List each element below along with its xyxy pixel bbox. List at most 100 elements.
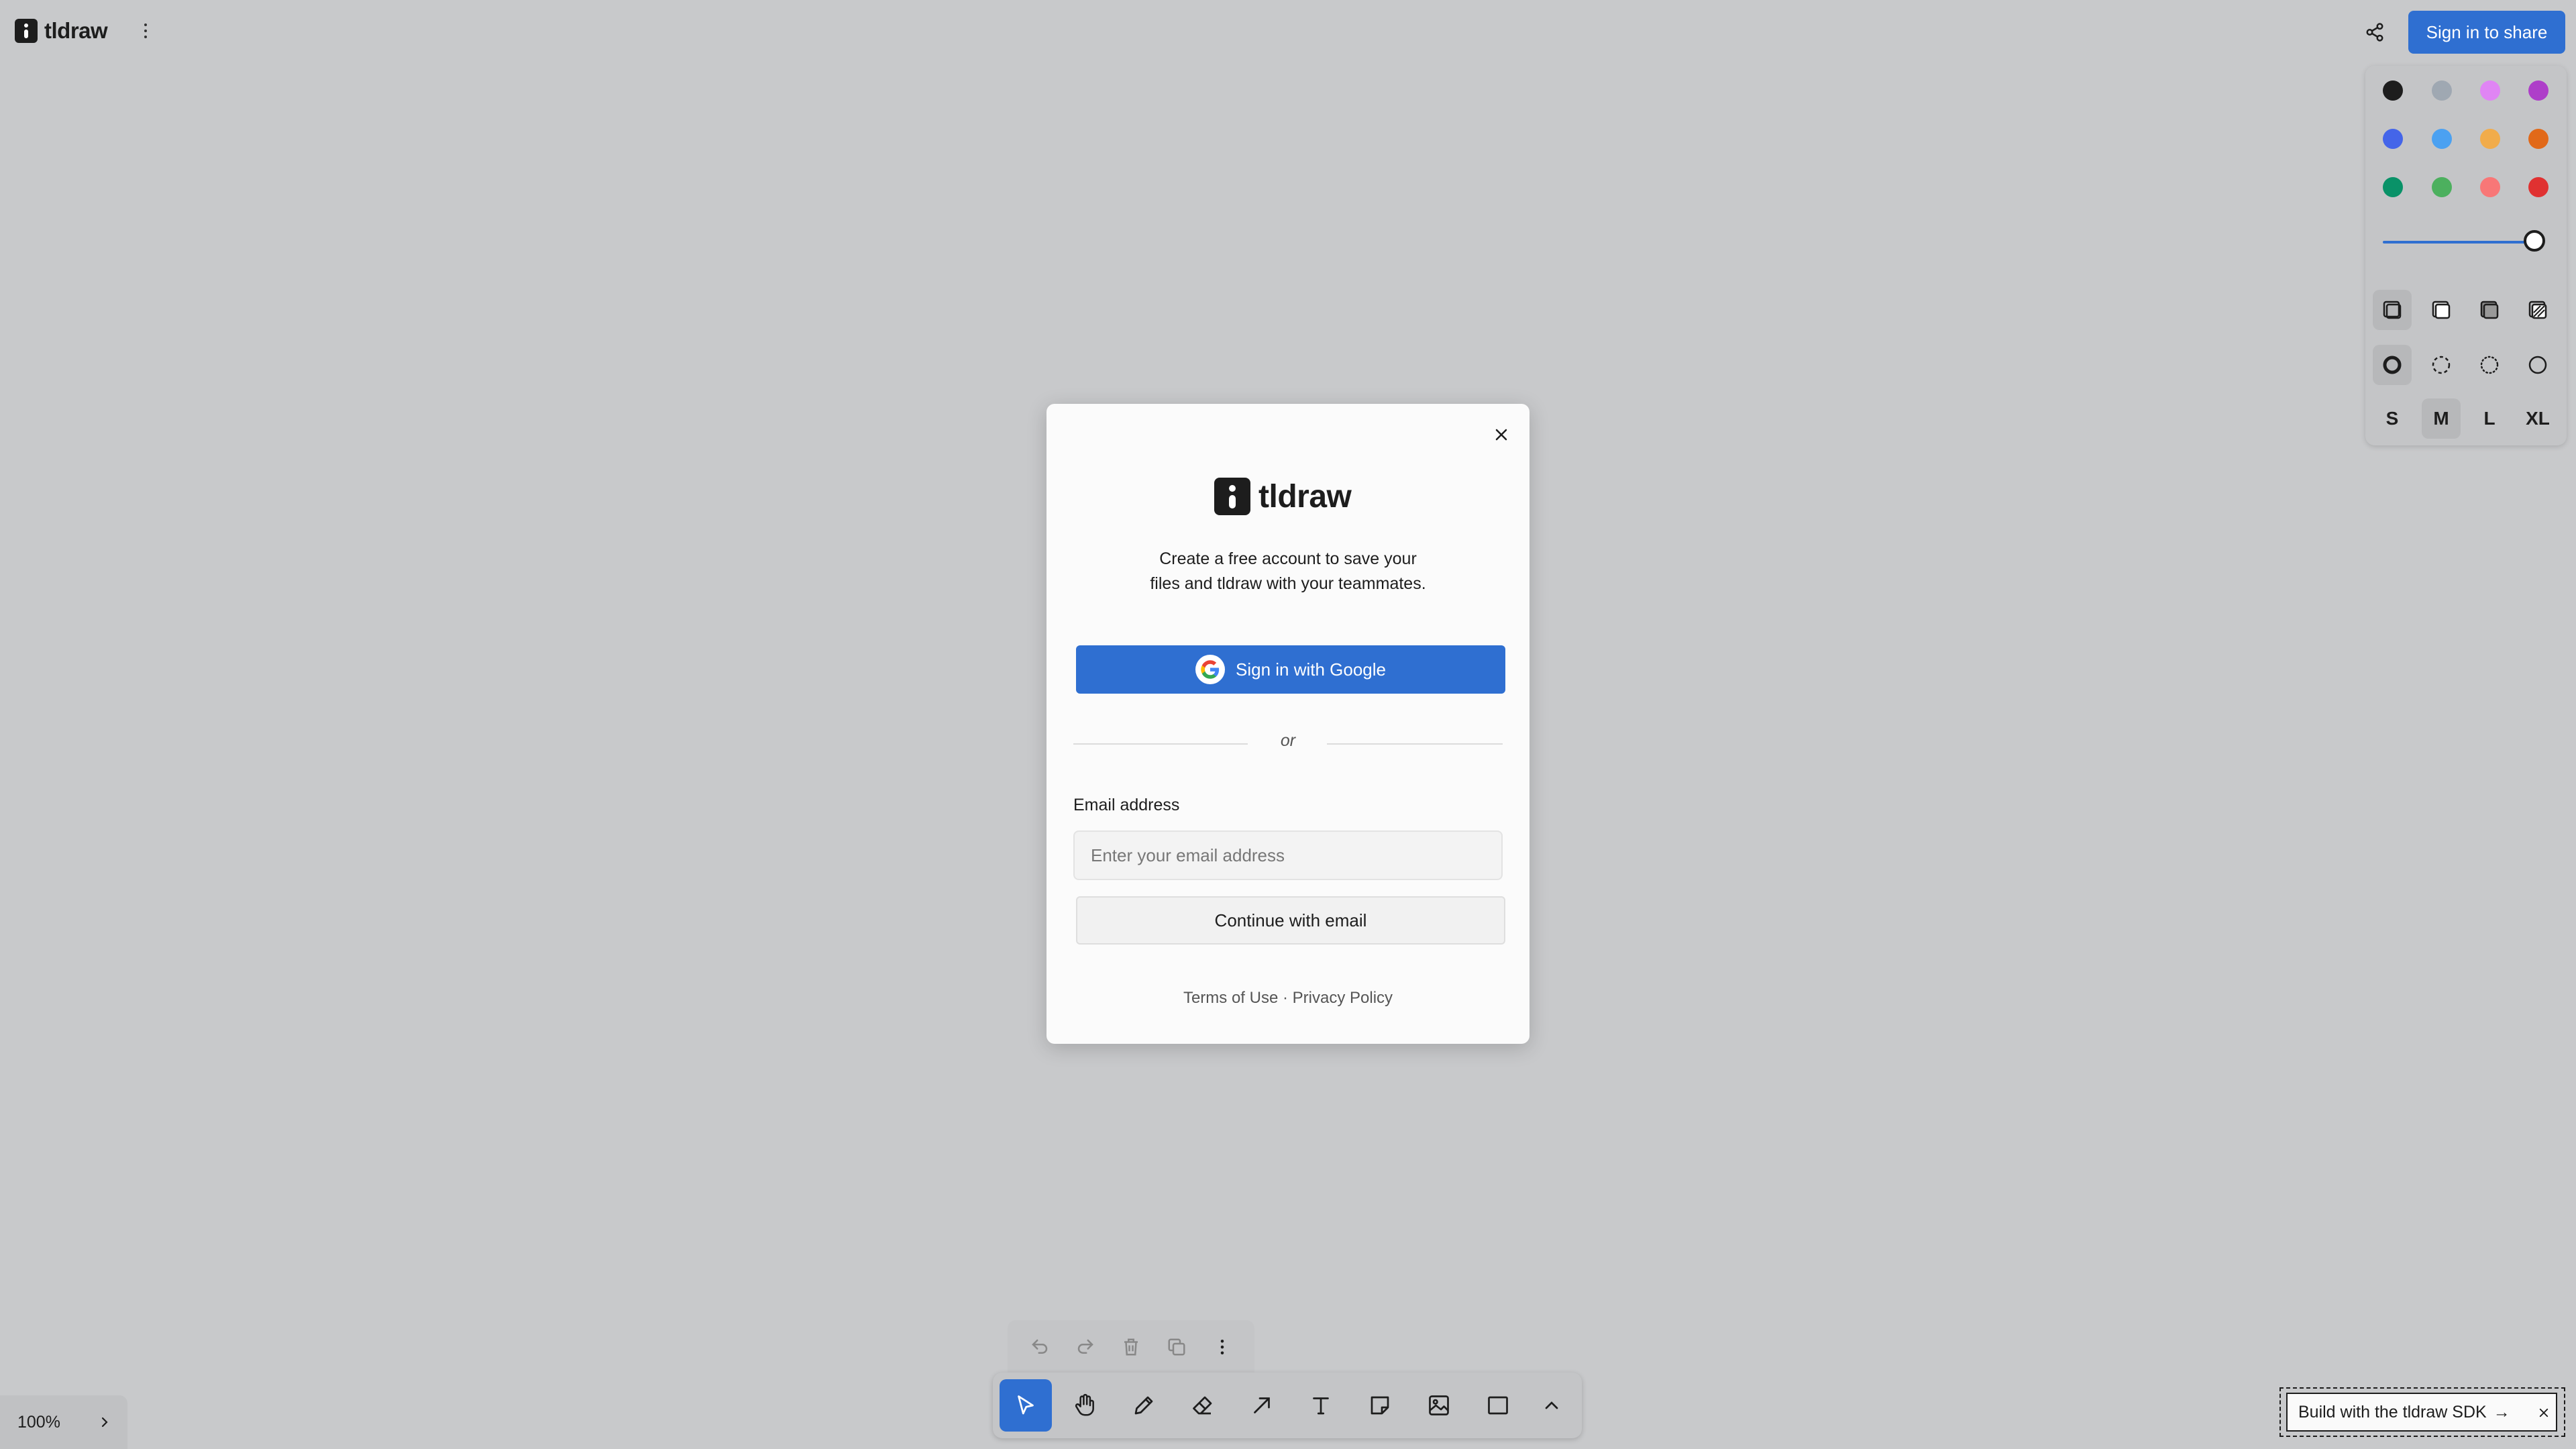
color-swatch-red[interactable] (2528, 177, 2548, 197)
chevron-up-icon (1545, 1401, 1558, 1409)
fill-solid-icon (2480, 301, 2499, 319)
email-input[interactable] (1073, 830, 1503, 880)
duplicate-button[interactable] (1158, 1328, 1195, 1366)
app-header: tldraw (15, 15, 156, 47)
legal-separator: · (1283, 989, 1288, 1007)
duplicate-icon (1168, 1338, 1185, 1356)
sdk-banner: Build with the tldraw SDK → (2279, 1387, 2565, 1437)
size-l-button[interactable]: L (2470, 398, 2509, 439)
share-button[interactable] (2355, 15, 2395, 50)
color-swatch-yellow[interactable] (2480, 129, 2500, 149)
sign-in-to-share-button[interactable]: Sign in to share (2408, 11, 2565, 54)
sticky-note-icon (1371, 1396, 1389, 1415)
tool-rectangle[interactable] (1472, 1379, 1524, 1432)
share-icon (2366, 23, 2383, 42)
close-icon (2539, 1408, 2548, 1417)
sdk-banner-text: Build with the tldraw SDK (2298, 1402, 2487, 1421)
tool-hand[interactable] (1059, 1379, 1111, 1432)
opacity-slider-thumb[interactable] (2524, 230, 2545, 252)
tldraw-logo-icon (1214, 478, 1250, 515)
color-swatch-light-green[interactable] (2432, 177, 2452, 197)
tool-eraser[interactable] (1177, 1379, 1229, 1432)
close-dialog-button[interactable] (1483, 416, 1520, 453)
dialog-logo: tldraw (1214, 478, 1352, 515)
main-toolbar (993, 1373, 1582, 1438)
size-xl-button[interactable]: XL (2518, 398, 2557, 439)
sdk-banner-close-button[interactable] (2530, 1399, 2557, 1426)
fill-pattern-icon (2528, 301, 2547, 319)
text-icon (1313, 1397, 1329, 1415)
quick-actions-bar (1008, 1320, 1254, 1374)
tool-arrow[interactable] (1236, 1379, 1288, 1432)
tool-more[interactable] (1525, 1379, 1578, 1432)
dash-draw-button[interactable] (2373, 345, 2412, 385)
expand-minimap-button[interactable] (93, 1410, 117, 1434)
google-icon (1195, 655, 1225, 684)
undo-button[interactable] (1021, 1328, 1059, 1366)
main-menu-button[interactable] (136, 15, 156, 47)
zoom-level[interactable]: 100% (17, 1413, 60, 1432)
eraser-icon (1193, 1396, 1212, 1415)
color-swatch-orange[interactable] (2528, 129, 2548, 149)
more-vertical-icon (1220, 1340, 1224, 1354)
style-panel (2365, 66, 2567, 445)
tool-note[interactable] (1354, 1379, 1406, 1432)
app-name: tldraw (44, 18, 108, 43)
divider-or: or (1280, 731, 1296, 750)
dialog-description-line-1: Create a free account to save your (1159, 549, 1417, 568)
delete-button[interactable] (1112, 1328, 1150, 1366)
continue-with-email-button[interactable]: Continue with email (1076, 896, 1505, 945)
dialog-description: Create a free account to save your files… (1100, 547, 1476, 596)
more-actions-button[interactable] (1203, 1328, 1241, 1366)
tool-select[interactable] (1000, 1379, 1052, 1432)
color-swatch-violet[interactable] (2528, 80, 2548, 101)
fill-none-icon (2383, 301, 2402, 319)
divider-right (1327, 743, 1503, 745)
dash-solid-icon (2528, 356, 2547, 374)
sign-in-with-google-button[interactable]: Sign in with Google (1076, 645, 1505, 694)
redo-icon (1077, 1339, 1093, 1354)
trash-icon (1124, 1338, 1138, 1356)
sdk-banner-link[interactable]: Build with the tldraw SDK → (2286, 1393, 2557, 1432)
terms-of-use-link[interactable]: Terms of Use (1183, 989, 1278, 1007)
dash-dotted-icon (2480, 356, 2499, 374)
image-icon (1429, 1395, 1449, 1415)
tool-draw[interactable] (1118, 1379, 1170, 1432)
hand-icon (1075, 1393, 1094, 1416)
legal-links: Terms of Use · Privacy Policy (1100, 989, 1476, 1008)
redo-button[interactable] (1067, 1328, 1104, 1366)
color-swatch-light-violet[interactable] (2480, 80, 2500, 101)
dash-dashed-button[interactable] (2422, 345, 2461, 385)
pencil-icon (1134, 1396, 1153, 1415)
fill-semi-icon (2432, 301, 2451, 319)
undo-icon (1032, 1339, 1048, 1354)
fill-solid-button[interactable] (2470, 290, 2509, 330)
color-swatch-light-blue[interactable] (2432, 129, 2452, 149)
email-label: Email address (1073, 796, 1180, 814)
rectangle-icon (1488, 1396, 1508, 1415)
size-s-button[interactable]: S (2373, 398, 2412, 439)
dialog-brand: tldraw (1258, 478, 1352, 515)
color-swatch-light-red[interactable] (2480, 177, 2500, 197)
tool-text[interactable] (1295, 1379, 1347, 1432)
privacy-policy-link[interactable]: Privacy Policy (1293, 989, 1393, 1007)
google-button-label: Sign in with Google (1235, 659, 1387, 680)
size-m-button[interactable]: M (2422, 398, 2461, 439)
tool-asset[interactable] (1413, 1379, 1465, 1432)
opacity-slider-track[interactable] (2383, 241, 2537, 244)
color-swatch-grey[interactable] (2432, 80, 2452, 101)
color-swatch-black[interactable] (2383, 80, 2403, 101)
dash-dashed-icon (2432, 356, 2451, 374)
close-icon (1495, 429, 1507, 441)
chevron-right-icon (101, 1417, 108, 1428)
fill-pattern-button[interactable] (2518, 290, 2557, 330)
fill-semi-button[interactable] (2422, 290, 2461, 330)
color-swatch-green[interactable] (2383, 177, 2403, 197)
fill-none-button[interactable] (2373, 290, 2412, 330)
color-swatch-blue[interactable] (2383, 129, 2403, 149)
cursor-icon (1018, 1395, 1034, 1415)
arrow-right-icon: → (2493, 1402, 2510, 1421)
dash-dotted-button[interactable] (2470, 345, 2509, 385)
dash-solid-button[interactable] (2518, 345, 2557, 385)
dialog-description-line-2: files and tldraw with your teammates. (1150, 574, 1426, 593)
